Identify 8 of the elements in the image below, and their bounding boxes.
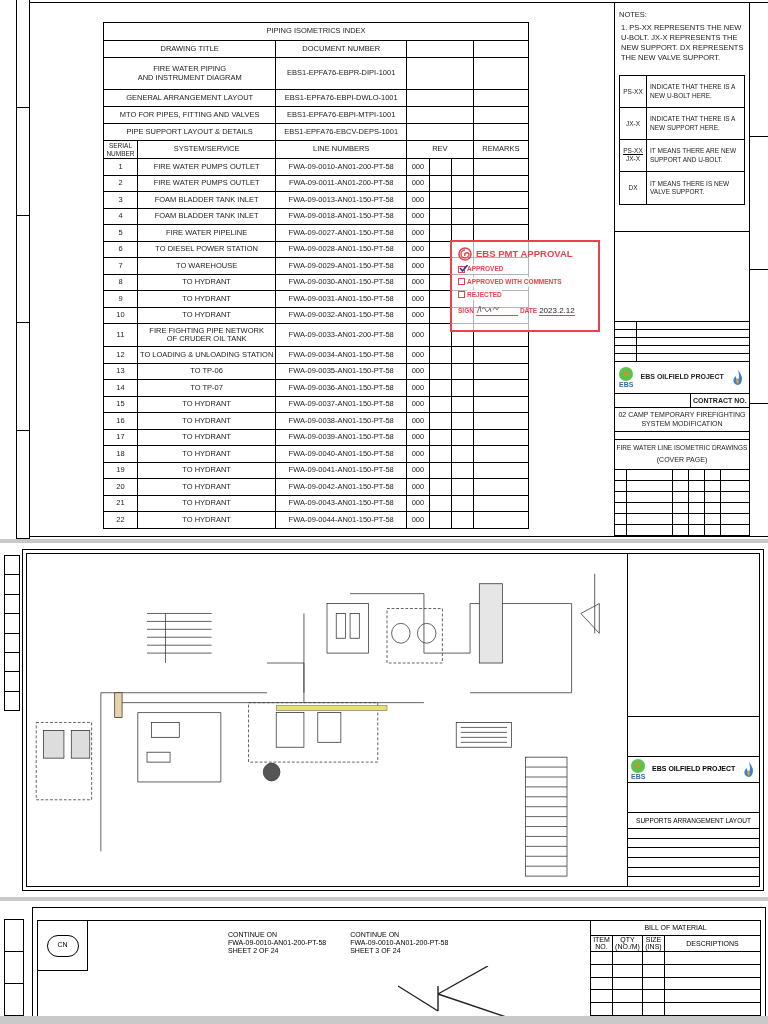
stamp-title: EBS PMT APPROVAL xyxy=(476,247,573,261)
drop-logo-icon xyxy=(631,759,646,773)
drop-logo-icon xyxy=(619,367,634,381)
signature-drawing xyxy=(475,303,500,315)
flame-logo-icon xyxy=(742,760,756,779)
spiral-logo-icon xyxy=(458,247,472,262)
flame-logo-icon xyxy=(731,368,745,387)
stamp-date: 2023.2.12 xyxy=(539,306,575,316)
